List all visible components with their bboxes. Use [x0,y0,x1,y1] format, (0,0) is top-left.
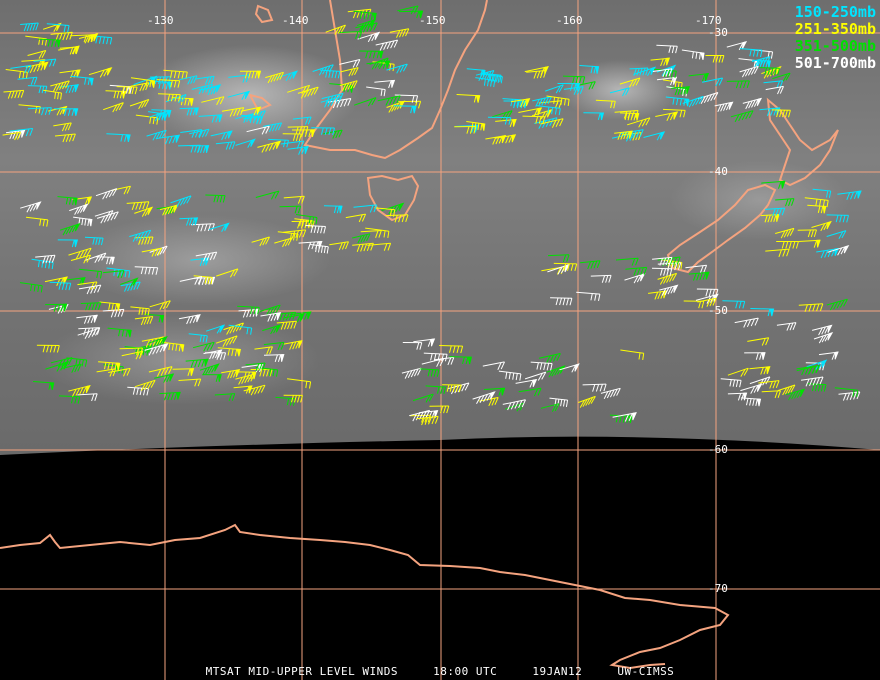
caption-time: 18:00 UTC [433,665,498,678]
image-caption: MTSAT MID-UPPER LEVEL WINDS 18:00 UTC 19… [0,665,880,678]
latitude-label: -60 [708,443,728,456]
legend-item-501-700: 501-700mb [794,54,876,72]
caption-source: UW-CIMSS [617,665,675,678]
legend-item-251-350: 251-350mb [794,20,876,38]
longitude-label: -130 [147,14,174,27]
longitude-label: -150 [419,14,446,27]
pressure-legend: 150-250mb 251-350mb 351-500mb 501-700mb [756,4,876,72]
latitude-label: -40 [708,165,728,178]
legend-item-150-250: 150-250mb [794,3,876,21]
cloud-band [70,215,330,305]
map-canvas [0,0,880,680]
antarctica-coast [0,523,730,670]
longitude-label: -170 [695,14,722,27]
caption-product: MTSAT MID-UPPER LEVEL WINDS [205,665,398,678]
legend-item-351-500: 351-500mb [794,37,876,55]
longitude-label: -140 [282,14,309,27]
latitude-label: -70 [708,582,728,595]
longitude-label: -160 [556,14,583,27]
latitude-label: -50 [708,304,728,317]
satellite-wind-map: -130 -140 -150 -160 -170 -30 -40 -50 -60 -70 150… [0,0,880,680]
latitude-label: -30 [708,26,728,39]
caption-date: 19JAN12 [532,665,583,678]
